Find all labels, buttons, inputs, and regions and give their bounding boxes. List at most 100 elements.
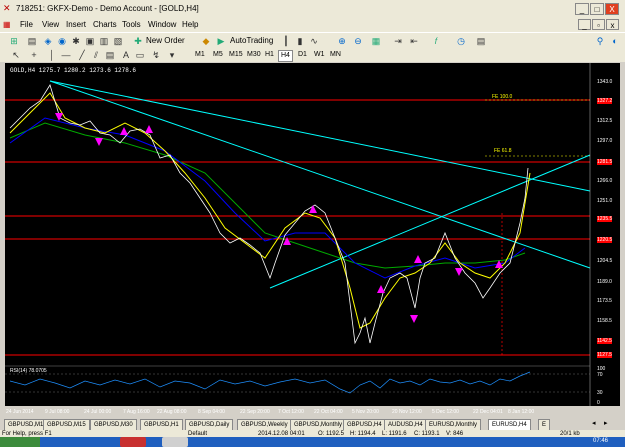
- rsi-scale-label: 0: [597, 400, 600, 406]
- data-window-icon[interactable]: ◉: [56, 35, 68, 47]
- chart-header: GOLD,H4 1275.7 1280.2 1273.6 1278.6: [10, 67, 137, 74]
- vertical-line-icon[interactable]: │: [46, 49, 58, 61]
- navigator-icon[interactable]: ✱: [70, 35, 82, 47]
- price-label: 1281.5: [597, 159, 613, 165]
- child-minimize-button[interactable]: _: [578, 19, 591, 30]
- date-label: 20 Nov 12:00: [392, 409, 422, 415]
- menu-view[interactable]: View: [42, 20, 59, 29]
- taskbar-app-icon[interactable]: [120, 437, 146, 447]
- trendline-up: [269, 154, 591, 289]
- horizontal-line-icon[interactable]: —: [60, 49, 72, 61]
- tile-windows-icon[interactable]: ▦: [370, 35, 382, 47]
- tf-m1[interactable]: M1: [193, 50, 207, 60]
- tab-scroll-left-icon[interactable]: ◂: [592, 419, 596, 427]
- price-chart[interactable]: [5, 63, 620, 406]
- menu-tools[interactable]: Tools: [122, 20, 141, 29]
- menu-file[interactable]: File: [20, 20, 33, 29]
- date-label: 22 Sep 20:00: [240, 409, 270, 415]
- child-restore-button[interactable]: ▫: [592, 19, 605, 30]
- crosshair-icon[interactable]: +: [28, 49, 40, 61]
- tf-d1[interactable]: D1: [296, 50, 309, 60]
- tf-m5[interactable]: M5: [211, 50, 225, 60]
- minimize-button[interactable]: _: [575, 3, 589, 15]
- drawing-toolbar: ↖ + │ — ╱ ⫽ ▤ A ▭ ↯ ▾ M1 M5 M15 M30 H1 H…: [0, 48, 625, 62]
- community-icon[interactable]: ◐: [609, 35, 621, 47]
- taskbar-clock: 07:46: [593, 438, 609, 444]
- price-label: 1266.0: [597, 178, 613, 184]
- date-label: 22 Oct 04:00: [314, 409, 343, 415]
- new-chart-icon[interactable]: ⊞: [8, 35, 20, 47]
- date-label: 24 Jul 00:00: [84, 409, 112, 415]
- tf-mn[interactable]: MN: [328, 50, 343, 60]
- tf-m30[interactable]: M30: [245, 50, 263, 60]
- label-icon[interactable]: ▭: [134, 49, 146, 61]
- text-icon[interactable]: A: [120, 49, 132, 61]
- close-button[interactable]: X: [605, 3, 619, 15]
- dropdown-arrow-icon[interactable]: ▾: [166, 49, 178, 61]
- ma-fast: [9, 92, 531, 329]
- line-chart-icon[interactable]: ∿: [308, 35, 320, 47]
- buy-arrow: [309, 205, 317, 213]
- zoom-in-icon[interactable]: ⊕: [336, 35, 348, 47]
- fib-label-100: FE 100.0: [492, 94, 513, 100]
- price-label: 1297.0: [597, 138, 613, 144]
- indicators-icon[interactable]: 𝑓: [430, 35, 442, 47]
- market-watch-icon[interactable]: ◈: [42, 35, 54, 47]
- new-order-icon[interactable]: ✚: [132, 35, 144, 47]
- autotrading-icon[interactable]: ▶: [215, 35, 227, 47]
- autotrading-button[interactable]: AutoTrading: [230, 36, 273, 45]
- metaeditor-icon[interactable]: ▧: [112, 35, 124, 47]
- menu-charts[interactable]: Charts: [93, 20, 117, 29]
- tf-h4[interactable]: H4: [278, 50, 293, 62]
- trendline-icon[interactable]: ╱: [76, 49, 88, 61]
- candlestick-icon[interactable]: ▮: [294, 35, 306, 47]
- rsi-scale-label: 30: [597, 390, 603, 396]
- date-label: 22 Aug 08:00: [157, 409, 187, 415]
- arrows-icon[interactable]: ↯: [150, 49, 162, 61]
- channel-icon[interactable]: ⫽: [90, 49, 102, 61]
- price-label: 1204.5: [597, 258, 613, 264]
- tf-m15[interactable]: M15: [227, 50, 245, 60]
- price-label: 1235.5: [597, 216, 613, 222]
- start-button[interactable]: [0, 437, 40, 447]
- search-icon[interactable]: ⚲: [594, 35, 606, 47]
- auto-scroll-icon[interactable]: ⇥: [392, 35, 404, 47]
- menu-window[interactable]: Window: [148, 20, 176, 29]
- zoom-out-icon[interactable]: ⊖: [352, 35, 364, 47]
- menu-help[interactable]: Help: [182, 20, 198, 29]
- maximize-button[interactable]: □: [590, 3, 604, 15]
- chart-doc-icon: ▦: [3, 20, 11, 29]
- window-title: 718251: GKFX-Demo - Demo Account - [GOLD…: [16, 4, 199, 13]
- tab-scroll-right-icon[interactable]: ▸: [604, 419, 608, 427]
- profiles-icon[interactable]: ▤: [26, 35, 38, 47]
- sell-arrow: [95, 138, 103, 146]
- sell-arrow: [455, 268, 463, 276]
- menu-insert[interactable]: Insert: [66, 20, 86, 29]
- strategy-tester-icon[interactable]: ▥: [98, 35, 110, 47]
- cursor-icon[interactable]: ↖: [10, 49, 22, 61]
- buy-arrow: [145, 125, 153, 133]
- tf-h1[interactable]: H1: [263, 50, 276, 60]
- taskbar-app-icon[interactable]: [162, 437, 188, 447]
- expert-advisors-icon[interactable]: ◆: [200, 35, 212, 47]
- periods-icon[interactable]: ◷: [455, 35, 467, 47]
- terminal-icon[interactable]: ▣: [84, 35, 96, 47]
- date-label: 8 Jan 12:00: [508, 409, 535, 415]
- date-label: 22 Dec 04:01: [473, 409, 503, 415]
- app-icon: ✕: [3, 3, 11, 13]
- price-label: 1158.5: [597, 318, 612, 324]
- fibonacci-icon[interactable]: ▤: [104, 49, 116, 61]
- tf-w1[interactable]: W1: [312, 50, 327, 60]
- price-series: [9, 84, 529, 345]
- date-label: 9 Jul 08:00: [45, 409, 70, 415]
- child-close-button[interactable]: x: [606, 19, 619, 30]
- price-label: 1142.5: [597, 338, 612, 344]
- standard-toolbar: ⊞ ▤ ◈ ◉ ✱ ▣ ▥ ▧ ✚ New Order ◆ ▶ AutoTrad…: [0, 32, 625, 80]
- templates-icon[interactable]: ▤: [475, 35, 487, 47]
- new-order-button[interactable]: New Order: [146, 36, 185, 45]
- rsi-scale-label: 70: [597, 372, 603, 378]
- chart-canvas: [5, 63, 591, 406]
- date-label: 7 Oct 12:00: [278, 409, 304, 415]
- bar-chart-icon[interactable]: ┃: [280, 35, 292, 47]
- chart-shift-icon[interactable]: ⇤: [408, 35, 420, 47]
